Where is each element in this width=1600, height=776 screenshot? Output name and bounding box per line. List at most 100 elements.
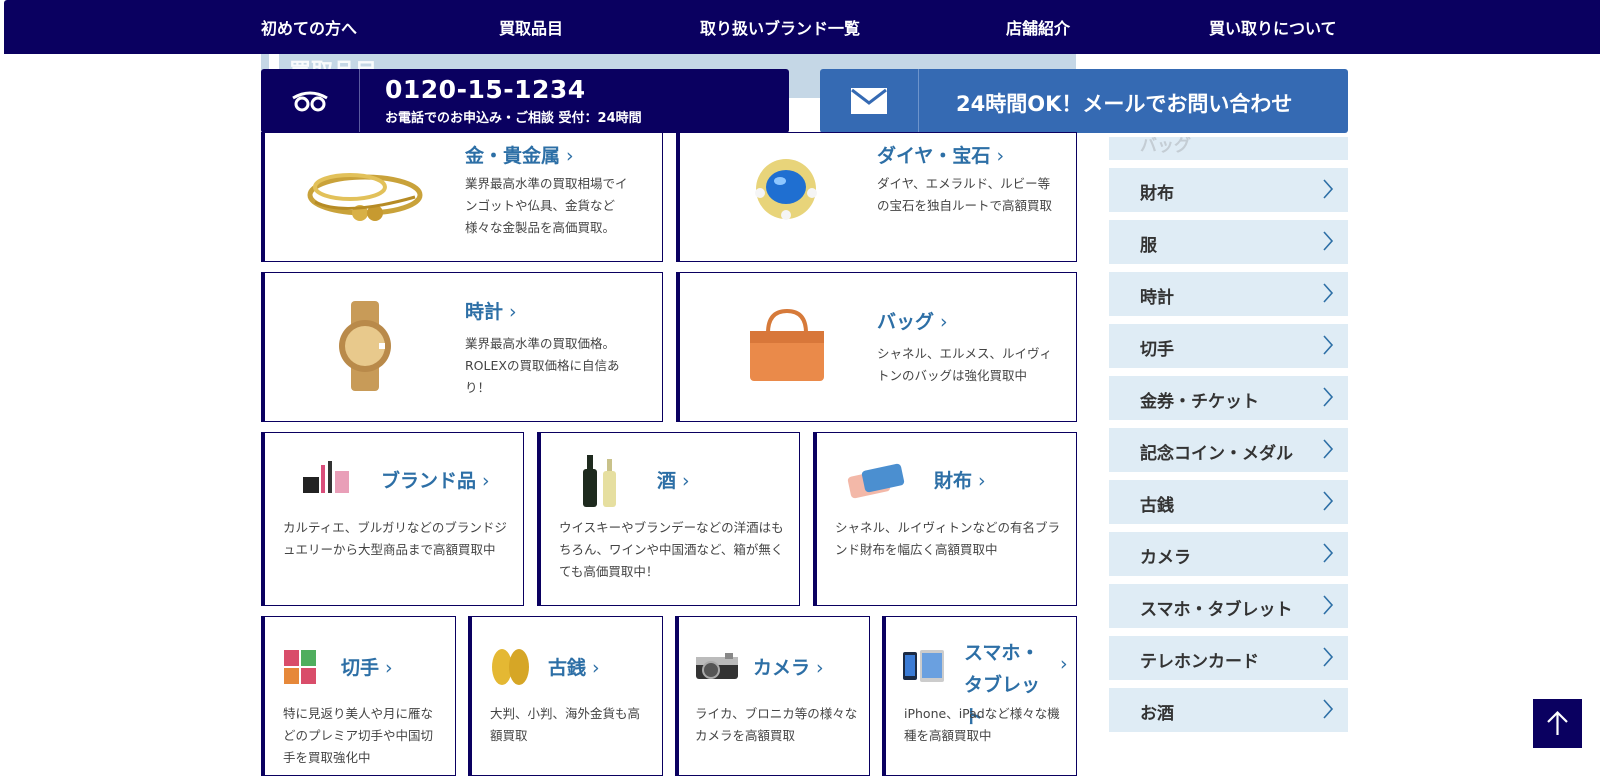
sidebar-item-label: スマホ・タブレット bbox=[1140, 600, 1293, 620]
category-title-text: ダイヤ・宝石 bbox=[877, 145, 991, 167]
chevron-right-icon: › bbox=[978, 470, 986, 492]
category-card-gold[interactable]: 金・貴金属 › 業界最高水準の買取相場でインゴットや仏具、金貨など様々な金製品を高… bbox=[261, 132, 663, 262]
sidebar-item-bag[interactable]: バッグ bbox=[1109, 137, 1348, 160]
category-card-watch[interactable]: 時計 › 業界最高水準の買取価格。ROLEXの買取価格に自信あり！ bbox=[261, 272, 663, 422]
category-desc: 大判、小判、海外金貨も高額買取 bbox=[490, 706, 641, 743]
old-coins-image bbox=[492, 649, 529, 685]
free-dial-icon bbox=[292, 91, 328, 112]
chevron-right-icon: › bbox=[940, 311, 948, 333]
chevron-right-icon bbox=[1323, 283, 1334, 303]
mail-icon-box bbox=[820, 69, 919, 133]
sidebar-item-smartphone[interactable]: スマホ・タブレット bbox=[1109, 584, 1348, 628]
category-title: ダイヤ・宝石 › bbox=[877, 141, 1004, 168]
chevron-right-icon bbox=[1323, 595, 1334, 615]
sidebar-item-label: テレホンカード bbox=[1140, 652, 1259, 672]
category-desc: 業界最高水準の買取相場でインゴットや仏具、金貨など様々な金製品を高価買取。 bbox=[465, 176, 628, 235]
category-card-stamp[interactable]: 切手 › 特に見返り美人や月に雁などのプレミア切手や中国切手を買取強化中 bbox=[261, 616, 456, 776]
sidebar-item-medals[interactable]: 記念コイン・メダル bbox=[1109, 428, 1348, 472]
sidebar-item-label: 服 bbox=[1140, 236, 1157, 256]
phone-contact-button[interactable]: 0120-15-1234 お電話でのお申込み・ご相談 受付：24時間 bbox=[261, 69, 789, 133]
sidebar-item-label: カメラ bbox=[1140, 548, 1191, 568]
category-card-bag[interactable]: バッグ › シャネル、エルメス、ルイヴィトンのバッグは強化買取中 bbox=[676, 272, 1077, 422]
handbag-image bbox=[750, 308, 824, 381]
sidebar-item-stamp[interactable]: 切手 bbox=[1109, 324, 1348, 368]
category-title-text: 財布 bbox=[934, 470, 973, 492]
category-title: 酒 › bbox=[657, 466, 690, 493]
gold-jewelry-image bbox=[307, 173, 423, 221]
category-title-text: 酒 bbox=[657, 470, 677, 492]
category-title: カメラ › bbox=[753, 653, 824, 680]
chevron-right-icon: › bbox=[566, 145, 574, 167]
nav-item-brands[interactable]: 取り扱いブランド一覧 bbox=[700, 15, 860, 39]
category-card-coin[interactable]: 古銭 › 大判、小判、海外金貨も高額買取 bbox=[468, 616, 663, 776]
sidebar-item-wallet[interactable]: 財布 bbox=[1109, 168, 1348, 212]
chevron-right-icon: › bbox=[682, 470, 690, 492]
category-desc: ウイスキーやブランデーなどの洋酒はもちろん、ワインや中国酒など、箱が無くても高価… bbox=[559, 520, 784, 579]
category-desc: シャネル、ルイヴィトンなどの有名ブランド財布を幅広く高額買取中 bbox=[835, 520, 1061, 557]
category-title: 切手 › bbox=[341, 653, 393, 680]
sidebar-item-label: お酒 bbox=[1140, 704, 1174, 724]
category-title: 時計 › bbox=[465, 297, 517, 324]
category-title-text: バッグ bbox=[877, 311, 935, 333]
chevron-right-icon bbox=[1323, 543, 1334, 563]
chevron-right-icon bbox=[1323, 179, 1334, 199]
nav-item-stores[interactable]: 店舗紹介 bbox=[1006, 15, 1070, 39]
category-card-wallet[interactable]: 財布 › シャネル、ルイヴィトンなどの有名ブランド財布を幅広く高額買取中 bbox=[813, 432, 1077, 606]
sidebar-item-clothes[interactable]: 服 bbox=[1109, 220, 1348, 264]
category-title: 金・貴金属 › bbox=[465, 141, 574, 168]
sidebar-item-label: バッグ bbox=[1140, 137, 1191, 156]
category-card-liquor[interactable]: 酒 › ウイスキーやブランデーなどの洋酒はもちろん、ワインや中国酒など、箱が無くて… bbox=[537, 432, 800, 606]
chevron-right-icon: › bbox=[509, 301, 517, 323]
sidebar-item-telephone-card[interactable]: テレホンカード bbox=[1109, 636, 1348, 680]
scroll-to-top-button[interactable] bbox=[1533, 699, 1582, 748]
category-desc: カルティエ、ブルガリなどのブランドジュエリーから大型商品まで高額買取中 bbox=[283, 520, 507, 557]
smartphone-tablet-image bbox=[903, 650, 944, 682]
phone-subtext: お電話でのお申込み・ご相談 受付：24時間 bbox=[385, 111, 642, 126]
chevron-right-icon: › bbox=[482, 470, 490, 492]
arrow-up-icon bbox=[1547, 710, 1568, 735]
chevron-right-icon bbox=[1323, 231, 1334, 251]
sidebar-item-label: 時計 bbox=[1140, 288, 1174, 308]
category-desc: ダイヤ、エメラルド、ルビー等の宝石を独自ルートで高額買取 bbox=[877, 176, 1053, 213]
chevron-right-icon: › bbox=[592, 657, 600, 679]
sidebar-item-tickets[interactable]: 金券・チケット bbox=[1109, 376, 1348, 420]
category-title: ブランド品 › bbox=[381, 466, 490, 493]
page: 買取品目 初めての方へ 買取品目 取り扱いブランド一覧 店舗紹介 買い取りについ… bbox=[0, 0, 1600, 776]
nav-item-purchase-items[interactable]: 買取品目 bbox=[499, 15, 563, 39]
wallet-image bbox=[847, 463, 905, 499]
category-desc: 特に見返り美人や月に雁などのプレミア切手や中国切手を買取強化中 bbox=[283, 706, 434, 765]
camera-image bbox=[696, 653, 738, 679]
phone-icon-box bbox=[261, 69, 360, 133]
sidebar-item-camera[interactable]: カメラ bbox=[1109, 532, 1348, 576]
nav-item-first-time[interactable]: 初めての方へ bbox=[261, 15, 357, 39]
mail-contact-button[interactable]: 24時間OK！メールでお問い合わせ bbox=[820, 69, 1348, 133]
category-card-jewel[interactable]: ダイヤ・宝石 › ダイヤ、エメラルド、ルビー等の宝石を独自ルートで高額買取 bbox=[676, 132, 1077, 262]
watch-image bbox=[339, 301, 391, 391]
category-card-camera[interactable]: カメラ › ライカ、ブロニカ等の様々なカメラを高額買取 bbox=[675, 616, 870, 776]
stamps-image bbox=[284, 650, 316, 684]
sidebar-item-watch[interactable]: 時計 bbox=[1109, 272, 1348, 316]
category-title-text: 切手 bbox=[341, 657, 380, 679]
sidebar-item-label: 財布 bbox=[1140, 184, 1174, 204]
chevron-right-icon: › bbox=[1060, 653, 1068, 675]
chevron-right-icon bbox=[1323, 491, 1334, 511]
wine-bottles-image bbox=[583, 455, 616, 507]
category-title-text: 時計 bbox=[465, 301, 504, 323]
category-title-text: ブランド品 bbox=[381, 470, 477, 492]
category-desc: iPhone、iPadなど様々な機種を高額買取中 bbox=[904, 706, 1060, 743]
sidebar-item-old-coins[interactable]: 古銭 bbox=[1109, 480, 1348, 524]
envelope-icon bbox=[851, 88, 887, 114]
category-title: 財布 › bbox=[934, 466, 986, 493]
category-card-brand[interactable]: ブランド品 › カルティエ、ブルガリなどのブランドジュエリーから大型商品まで高額買… bbox=[261, 432, 524, 606]
sidebar-item-liquor[interactable]: お酒 bbox=[1109, 688, 1348, 732]
category-title: バッグ › bbox=[877, 307, 948, 334]
sidebar-item-label: 記念コイン・メダル bbox=[1140, 444, 1293, 464]
mail-contact-label: 24時間OK！メールでお問い合わせ bbox=[956, 92, 1293, 116]
phone-number: 0120-15-1234 bbox=[385, 75, 586, 104]
chevron-right-icon: › bbox=[816, 657, 824, 679]
category-card-smartphone[interactable]: スマホ・タブレット › iPhone、iPadなど様々な機種を高額買取中 bbox=[882, 616, 1077, 776]
nav-item-about-purchase[interactable]: 買い取りについて bbox=[1209, 15, 1337, 39]
sidebar-item-label: 切手 bbox=[1140, 340, 1174, 360]
category-title-text: 金・貴金属 bbox=[465, 145, 561, 167]
category-title-text: 古銭 bbox=[548, 657, 587, 679]
